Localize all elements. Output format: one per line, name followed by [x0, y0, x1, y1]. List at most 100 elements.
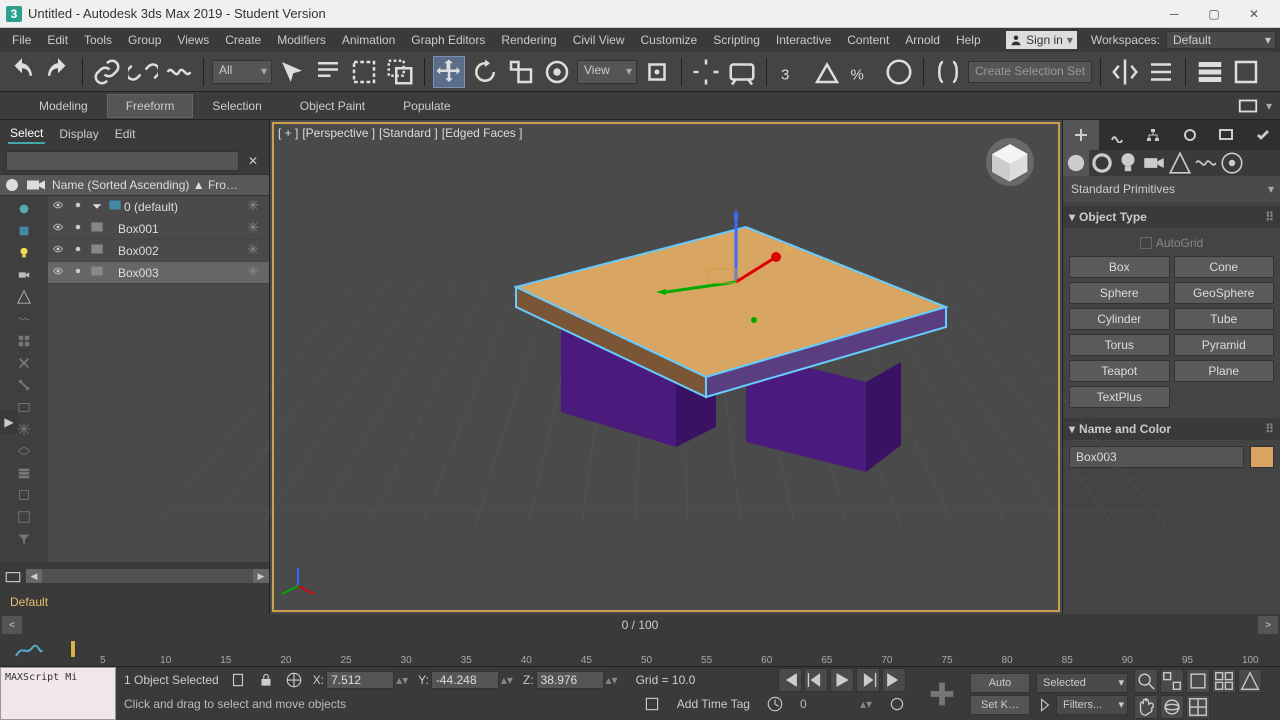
display-geometry-icon[interactable] — [13, 220, 35, 242]
hierarchy-panel-tab[interactable] — [1135, 120, 1171, 150]
menu-scripting[interactable]: Scripting — [705, 33, 768, 47]
ribbon-tab-freeform[interactable]: Freeform — [107, 94, 194, 118]
visibility-icon[interactable] — [48, 221, 68, 236]
scene-explorer-scroll-left-icon[interactable]: ◀ — [26, 569, 42, 583]
scene-tree-item[interactable]: Box003 — [48, 262, 269, 284]
viewport-perspective[interactable]: x [ + ][Perspective ][Standard ][Edged F… — [270, 120, 1062, 614]
dot-icon[interactable] — [68, 243, 88, 258]
rotate-button[interactable] — [469, 56, 501, 88]
primitive-box-button[interactable]: Box — [1069, 256, 1170, 278]
ribbon-dropdown-icon[interactable]: ▾ — [1266, 99, 1272, 113]
toggle-ribbon-button[interactable] — [1230, 56, 1262, 88]
panel-expand-icon[interactable]: ▶ — [0, 410, 18, 434]
display-spacewarps-icon[interactable] — [13, 308, 35, 330]
snaps-toggle-button[interactable]: 3 — [775, 56, 807, 88]
display-all-icon[interactable] — [13, 198, 35, 220]
percent-snap-button[interactable]: % — [847, 56, 879, 88]
display-lights-icon[interactable] — [13, 242, 35, 264]
selection-lock-icon[interactable] — [229, 671, 247, 689]
spacewarps-category-tab[interactable] — [1193, 150, 1219, 176]
undo-button[interactable] — [6, 56, 38, 88]
close-button[interactable]: ✕ — [1234, 3, 1274, 25]
placement-button[interactable] — [541, 56, 573, 88]
move-button[interactable] — [433, 56, 465, 88]
freeze-icon[interactable] — [243, 199, 263, 214]
unlink-button[interactable] — [127, 56, 159, 88]
ribbon-tab-populate[interactable]: Populate — [384, 94, 469, 118]
current-frame-input[interactable]: 0 — [800, 697, 844, 711]
autogrid-checkbox[interactable]: AutoGrid — [1069, 234, 1274, 256]
display-groups-icon[interactable] — [13, 330, 35, 352]
use-pivot-center-button[interactable] — [641, 56, 673, 88]
utilities-panel-tab[interactable] — [1244, 120, 1280, 150]
primitive-cone-button[interactable]: Cone — [1174, 256, 1275, 278]
zoom-all-icon[interactable] — [1160, 669, 1184, 693]
keyboard-shortcut-override-button[interactable] — [726, 56, 758, 88]
display-xrefs-icon[interactable] — [13, 352, 35, 374]
display-panel-tab[interactable] — [1208, 120, 1244, 150]
select-by-name-button[interactable] — [312, 56, 344, 88]
set-key-button[interactable]: Set K… — [970, 695, 1030, 715]
prev-frame-button[interactable] — [804, 668, 828, 692]
signin-button[interactable]: Sign in ▾ — [1006, 31, 1077, 49]
ribbon-tab-selection[interactable]: Selection — [193, 94, 280, 118]
menu-arnold[interactable]: Arnold — [897, 33, 948, 47]
viewport-label[interactable]: [ + ][Perspective ][Standard ][Edged Fac… — [278, 126, 526, 140]
scale-button[interactable] — [505, 56, 537, 88]
auto-key-button[interactable]: Auto — [970, 673, 1030, 693]
bind-to-space-warp-button[interactable] — [163, 56, 195, 88]
cameras-category-tab[interactable] — [1141, 150, 1167, 176]
time-slider[interactable]: < 0 / 100 > — [0, 614, 1280, 636]
ref-coord-system-dropdown[interactable]: View — [577, 60, 637, 84]
menu-civil-view[interactable]: Civil View — [565, 33, 633, 47]
menu-modifiers[interactable]: Modifiers — [269, 33, 334, 47]
spinner-snap-button[interactable] — [883, 56, 915, 88]
redo-button[interactable] — [42, 56, 74, 88]
play-button[interactable] — [830, 668, 854, 692]
link-button[interactable] — [91, 56, 123, 88]
primitive-pyramid-button[interactable]: Pyramid — [1174, 334, 1275, 356]
key-mode-icon[interactable] — [1036, 696, 1054, 714]
primitive-geosphere-button[interactable]: GeoSphere — [1174, 282, 1275, 304]
viewport-label-part[interactable]: [Standard ] — [379, 126, 438, 140]
menu-help[interactable]: Help — [948, 33, 989, 47]
next-frame-button[interactable] — [856, 668, 880, 692]
scene-tree-item[interactable]: Box002 — [48, 240, 269, 262]
time-tag-button[interactable]: Add Time Tag — [677, 697, 750, 711]
display-cameras-icon[interactable] — [13, 264, 35, 286]
viewport-label-part[interactable]: [ + ] — [278, 126, 298, 140]
rectangular-selection-button[interactable] — [348, 56, 380, 88]
coord-y-input[interactable]: -44.248 — [431, 671, 499, 689]
primitive-tube-button[interactable]: Tube — [1174, 308, 1275, 330]
scene-tab-display[interactable]: Display — [57, 125, 100, 143]
workspace-select[interactable]: Default — [1166, 31, 1276, 49]
menu-interactive[interactable]: Interactive — [768, 33, 839, 47]
goto-end-button[interactable] — [882, 668, 906, 692]
menu-rendering[interactable]: Rendering — [493, 33, 564, 47]
edit-named-selection-button[interactable] — [932, 56, 964, 88]
scene-tab-select[interactable]: Select — [8, 124, 45, 144]
scene-explorer-scrollbar[interactable] — [42, 569, 253, 583]
coord-z-input[interactable]: 38.976 — [536, 671, 604, 689]
key-filters-dropdown[interactable]: Filters... — [1056, 695, 1128, 715]
display-hidden-icon[interactable] — [13, 440, 35, 462]
scene-tree-item[interactable]: Box001 — [48, 218, 269, 240]
helpers-category-tab[interactable] — [1167, 150, 1193, 176]
menu-create[interactable]: Create — [217, 33, 269, 47]
ribbon-extra-icon[interactable] — [1236, 96, 1260, 116]
geometry-type-dropdown[interactable]: Standard Primitives — [1063, 176, 1280, 202]
primitive-teapot-button[interactable]: Teapot — [1069, 360, 1170, 382]
visibility-icon[interactable] — [48, 265, 68, 280]
shapes-category-tab[interactable] — [1089, 150, 1115, 176]
max-viewport-icon[interactable] — [1186, 695, 1210, 719]
modify-panel-tab[interactable] — [1099, 120, 1135, 150]
dot-icon[interactable] — [68, 265, 88, 280]
scene-explorer-clear-icon[interactable]: ✕ — [243, 151, 263, 171]
angle-snap-button[interactable] — [811, 56, 843, 88]
object-color-swatch[interactable] — [1250, 446, 1274, 468]
select-and-manipulate-button[interactable] — [690, 56, 722, 88]
minimize-button[interactable]: ─ — [1154, 3, 1194, 25]
menu-content[interactable]: Content — [839, 33, 897, 47]
set-key-plus-icon[interactable] — [920, 672, 964, 716]
menu-file[interactable]: File — [4, 33, 39, 47]
